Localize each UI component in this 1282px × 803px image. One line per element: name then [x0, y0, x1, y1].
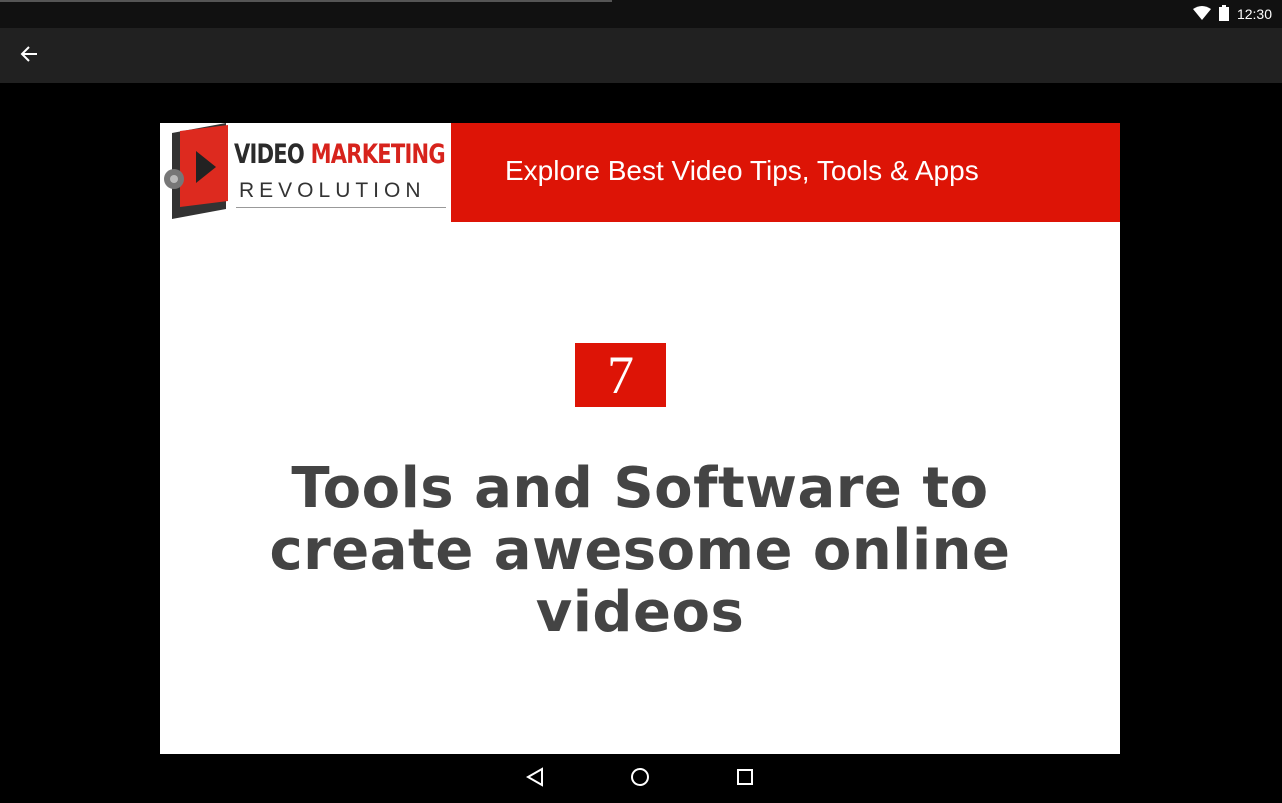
video-banner: VIDEO MARKETING REVOLUTION Explore Best …	[160, 123, 1120, 222]
system-nav-bar	[0, 754, 1282, 803]
tagline: Explore Best Video Tips, Tools & Apps	[505, 155, 979, 186]
logo-title: VIDEO MARKETING	[234, 139, 446, 170]
back-button[interactable]	[14, 41, 44, 71]
toolbar	[0, 28, 1282, 83]
logo-subtitle: REVOLUTION	[239, 179, 426, 202]
tagline-banner: Explore Best Video Tips, Tools & Apps	[451, 123, 1120, 222]
recents-square-icon	[736, 768, 754, 791]
logo: VIDEO MARKETING REVOLUTION	[160, 123, 451, 222]
video-frame: VIDEO MARKETING REVOLUTION Explore Best …	[160, 123, 1120, 754]
battery-icon	[1218, 4, 1229, 24]
top-progress-line	[0, 0, 612, 2]
back-triangle-icon	[525, 766, 544, 792]
video-headline: Tools and Software to create awesome onl…	[269, 456, 1011, 645]
clock: 12:30	[1236, 6, 1272, 22]
nav-recents-button[interactable]	[730, 764, 760, 794]
logo-divider	[236, 207, 446, 208]
arrow-back-icon	[20, 45, 38, 68]
wifi-icon	[1192, 5, 1211, 23]
nav-back-button[interactable]	[520, 764, 550, 794]
status-icons: 12:30	[1192, 4, 1272, 24]
video-player[interactable]: VIDEO MARKETING REVOLUTION Explore Best …	[0, 83, 1282, 754]
nav-home-button[interactable]	[625, 764, 655, 794]
number-badge: 7	[575, 343, 666, 407]
home-circle-icon	[630, 767, 650, 792]
play-logo-icon	[164, 123, 228, 219]
status-bar: 12:30	[0, 0, 1282, 28]
